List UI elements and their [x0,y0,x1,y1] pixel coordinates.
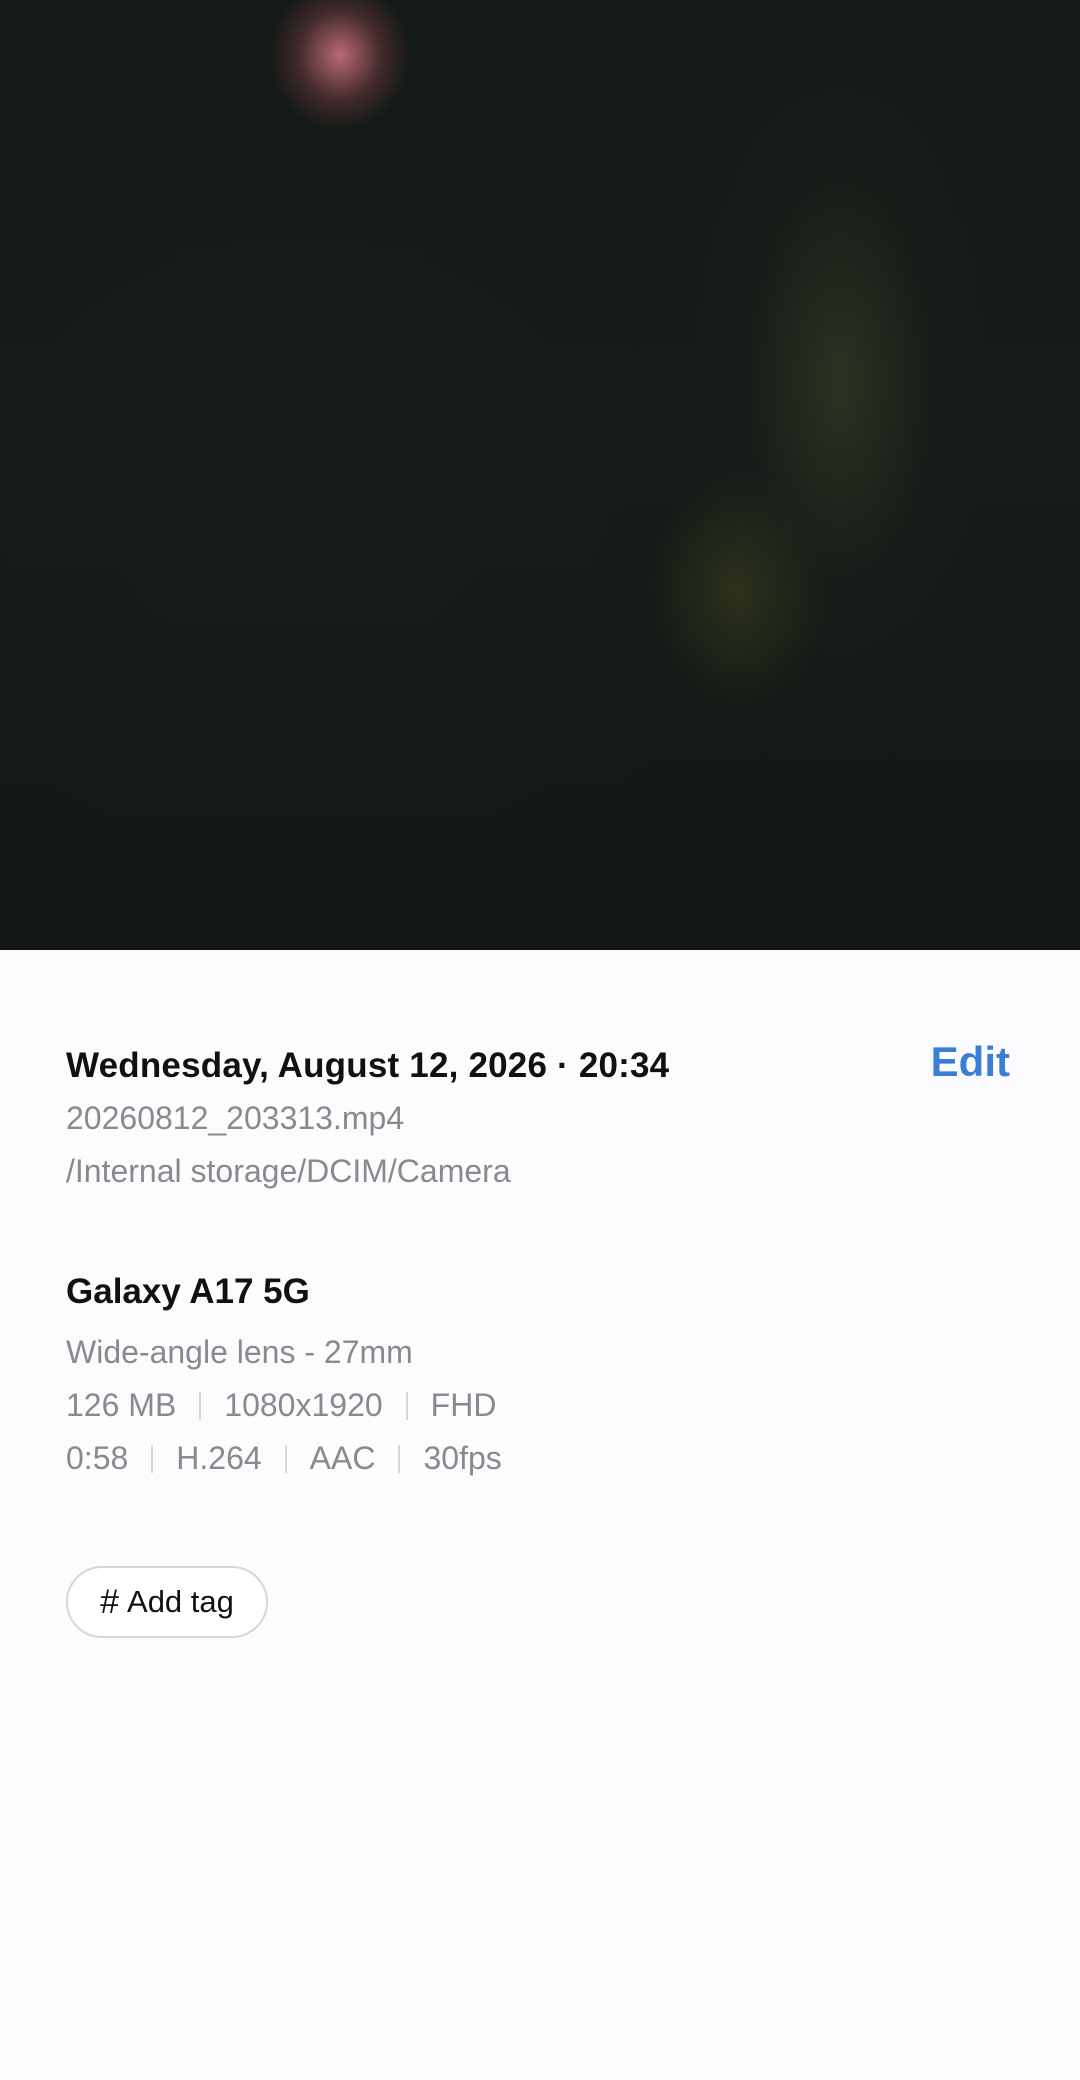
details-panel: Wednesday, August 12, 2026 · 20:34 Edit … [0,950,1080,2080]
video-preview[interactable] [0,0,1080,950]
frame-rate: 30fps [423,1440,502,1476]
video-codec: H.264 [176,1440,262,1476]
lens-info: Wide-angle lens - 27mm [66,1334,413,1370]
device-name: Galaxy A17 5G [66,1272,310,1311]
edit-button[interactable]: Edit [927,1038,1014,1086]
hash-icon: # [100,1582,120,1621]
video-info-row: 0:58 H.264 AAC 30fps [66,1440,502,1477]
duration: 0:58 [66,1440,129,1476]
add-tag-button[interactable]: # Add tag [66,1566,268,1638]
add-tag-label: Add tag [127,1584,234,1619]
divider [199,1391,202,1420]
divider [405,1391,408,1420]
audio-codec: AAC [309,1440,376,1476]
date-time: Wednesday, August 12, 2026 · 20:34 [66,1046,670,1085]
file-path: /Internal storage/DCIM/Camera [66,1153,511,1189]
file-info-row: 126 MB 1080x1920 FHD [66,1387,496,1424]
quality: FHD [430,1387,497,1423]
resolution: 1080x1920 [224,1387,383,1423]
divider [398,1444,401,1473]
divider [151,1444,154,1473]
date-row: Wednesday, August 12, 2026 · 20:34 Edit [66,1038,1014,1090]
file-name: 20260812_203313.mp4 [66,1100,405,1136]
file-size: 126 MB [66,1387,177,1423]
divider [284,1444,287,1473]
